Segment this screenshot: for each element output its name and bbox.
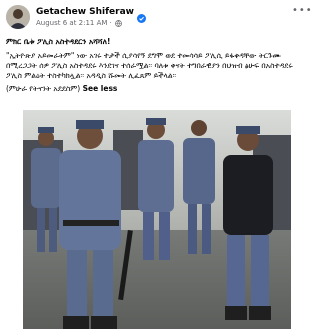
post-photo[interactable] xyxy=(23,110,291,329)
post-header: Getachew Shiferaw August 6 at 2:11 AM · … xyxy=(6,5,312,31)
see-less-link[interactable]: See less xyxy=(83,84,118,93)
author-name[interactable]: Getachew Shiferaw xyxy=(36,7,134,17)
post-headline: ምክር ቤቱ ፖሊስ አስተዳደርን አሻሻለ! xyxy=(6,37,111,46)
globe-icon xyxy=(114,19,122,27)
post-text: ምክር ቤቱ ፖሊስ አስተዳደርን አሻሻለ! "ኢትዮጵያ አይመራትም" … xyxy=(6,37,308,94)
post-card: Getachew Shiferaw August 6 at 2:11 AM · … xyxy=(0,0,314,329)
author-avatar[interactable] xyxy=(6,5,30,29)
dot-separator: · xyxy=(109,19,112,27)
verified-badge-icon xyxy=(136,8,146,23)
post-source-tag: (ምሁራ የትናንት አደደስም) xyxy=(6,84,81,93)
post-timestamp[interactable]: August 6 at 2:11 AM xyxy=(36,19,107,27)
more-options-icon[interactable]: ••• xyxy=(292,6,312,19)
post-body: "ኢትዮጵያ አይመራትም" ነው አገሩ ተታች ሲያሳየኝ ደግሞ ወደ ተ… xyxy=(6,51,293,80)
